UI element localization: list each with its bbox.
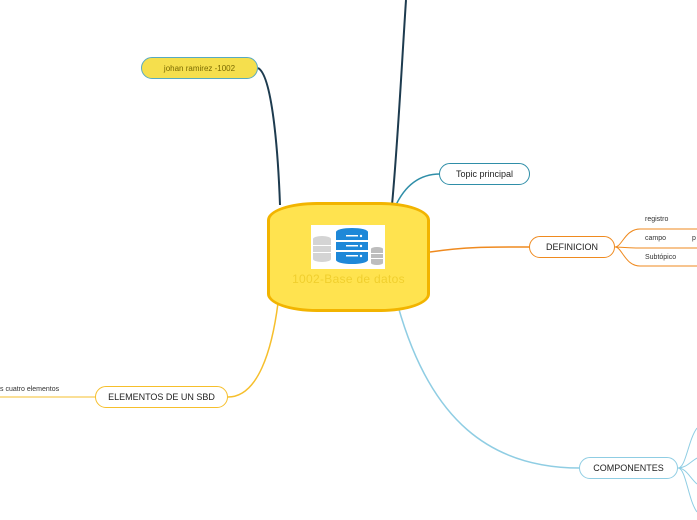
definicion-label: DEFINICION bbox=[545, 242, 598, 252]
subtopic-registro[interactable]: registro bbox=[645, 216, 668, 223]
connector-componentes-children bbox=[677, 427, 697, 513]
author-label: johan ramirez -1002 bbox=[163, 63, 236, 73]
elementos-label: ELEMENTOS DE UN SBD bbox=[108, 392, 215, 402]
topic-principal-label: Topic principal bbox=[455, 169, 514, 179]
componentes-node[interactable]: COMPONENTES bbox=[579, 457, 678, 479]
subtopic-campo[interactable]: campo bbox=[645, 235, 666, 242]
topic-principal-node[interactable]: Topic principal bbox=[439, 163, 530, 185]
connector-author bbox=[257, 67, 281, 206]
componentes-label: COMPONENTES bbox=[593, 463, 664, 473]
author-node[interactable]: johan ramirez -1002 bbox=[141, 57, 258, 79]
connector-elementos bbox=[227, 302, 279, 398]
connector-topic bbox=[394, 173, 441, 208]
connector-definicion bbox=[429, 246, 531, 253]
subtopic-subtopico[interactable]: Subtópico bbox=[645, 254, 676, 261]
central-topic-title: 1002-Base de datos bbox=[292, 272, 405, 286]
subtopic-partial[interactable]: p bbox=[692, 235, 696, 242]
connector-componentes bbox=[397, 305, 581, 469]
database-icon bbox=[313, 228, 383, 265]
definicion-node[interactable]: DEFINICION bbox=[529, 236, 615, 258]
connector-top bbox=[391, 0, 407, 206]
database-image bbox=[311, 225, 385, 269]
elementos-node[interactable]: ELEMENTOS DE UN SBD bbox=[95, 386, 228, 408]
subtopic-cuatro-elementos[interactable]: s cuatro elementos bbox=[0, 386, 59, 393]
